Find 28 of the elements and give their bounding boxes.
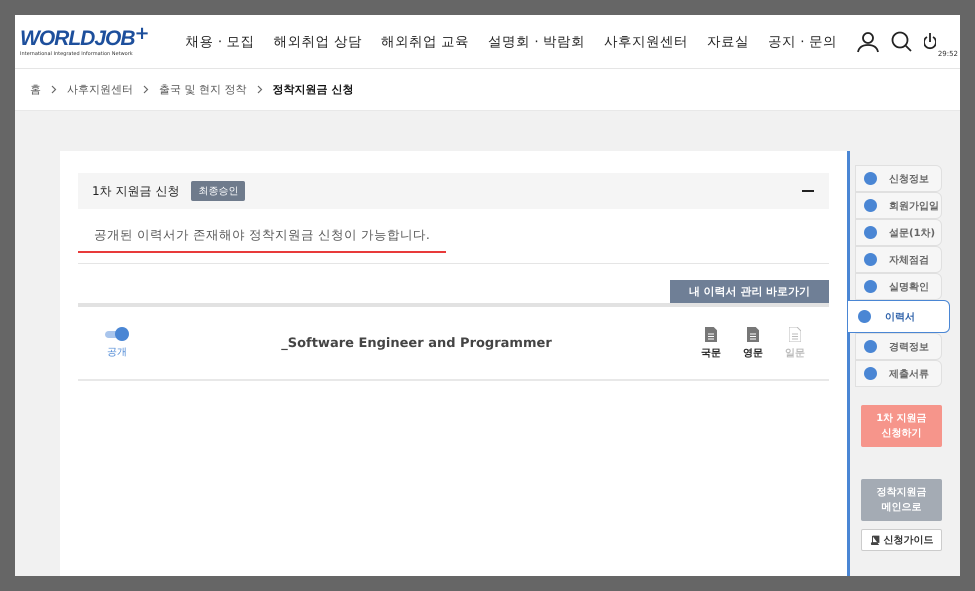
- breadcrumb-link[interactable]: 정착지원금 신청: [272, 82, 354, 97]
- nav-link[interactable]: 채용 · 모집: [186, 32, 254, 50]
- resume-manage-button[interactable]: 내 이력서 관리 바로가기: [670, 280, 829, 303]
- breadcrumb-link[interactable]: 사후지원센터: [67, 82, 133, 97]
- nav-link[interactable]: 공지 · 문의: [768, 32, 837, 50]
- nav-link[interactable]: 사후지원센터: [604, 32, 688, 50]
- side-tab[interactable]: 신청정보: [855, 165, 942, 192]
- nav-link[interactable]: 해외취업 상담: [273, 32, 362, 50]
- side-tab[interactable]: 설문(1차): [855, 219, 942, 246]
- notice-text: 공개된 이력서가 존재해야 정착지원금 신청이 가능합니다.: [78, 209, 446, 253]
- side-tab[interactable]: 자체점검: [855, 246, 942, 273]
- toggle-label: 공개: [107, 346, 127, 359]
- side-tab[interactable]: 경력정보: [855, 333, 942, 360]
- breadcrumb-link[interactable]: 홈: [30, 82, 41, 97]
- breadcrumb-link[interactable]: 출국 및 현지 정착: [159, 82, 246, 97]
- side-tab[interactable]: 제출서류: [855, 360, 942, 387]
- guide-button[interactable]: 신청가이드: [861, 529, 942, 551]
- side-tab[interactable]: 회원가입일: [855, 192, 942, 219]
- side-tab[interactable]: 실명확인: [855, 273, 942, 300]
- status-badge: 최종승인: [191, 181, 246, 201]
- side-tab[interactable]: 이력서: [847, 300, 950, 333]
- nav-link[interactable]: 자료실: [706, 32, 749, 50]
- nav-link[interactable]: 설명회 · 박람회: [488, 32, 585, 50]
- document-link[interactable]: 영문: [743, 326, 763, 360]
- resume-title: _Software Engineer and Programmer: [280, 336, 553, 350]
- document-link[interactable]: 국문: [701, 326, 721, 360]
- nav-link[interactable]: 해외취업 교육: [380, 32, 470, 50]
- section-title: 1차 지원금 신청: [92, 182, 180, 200]
